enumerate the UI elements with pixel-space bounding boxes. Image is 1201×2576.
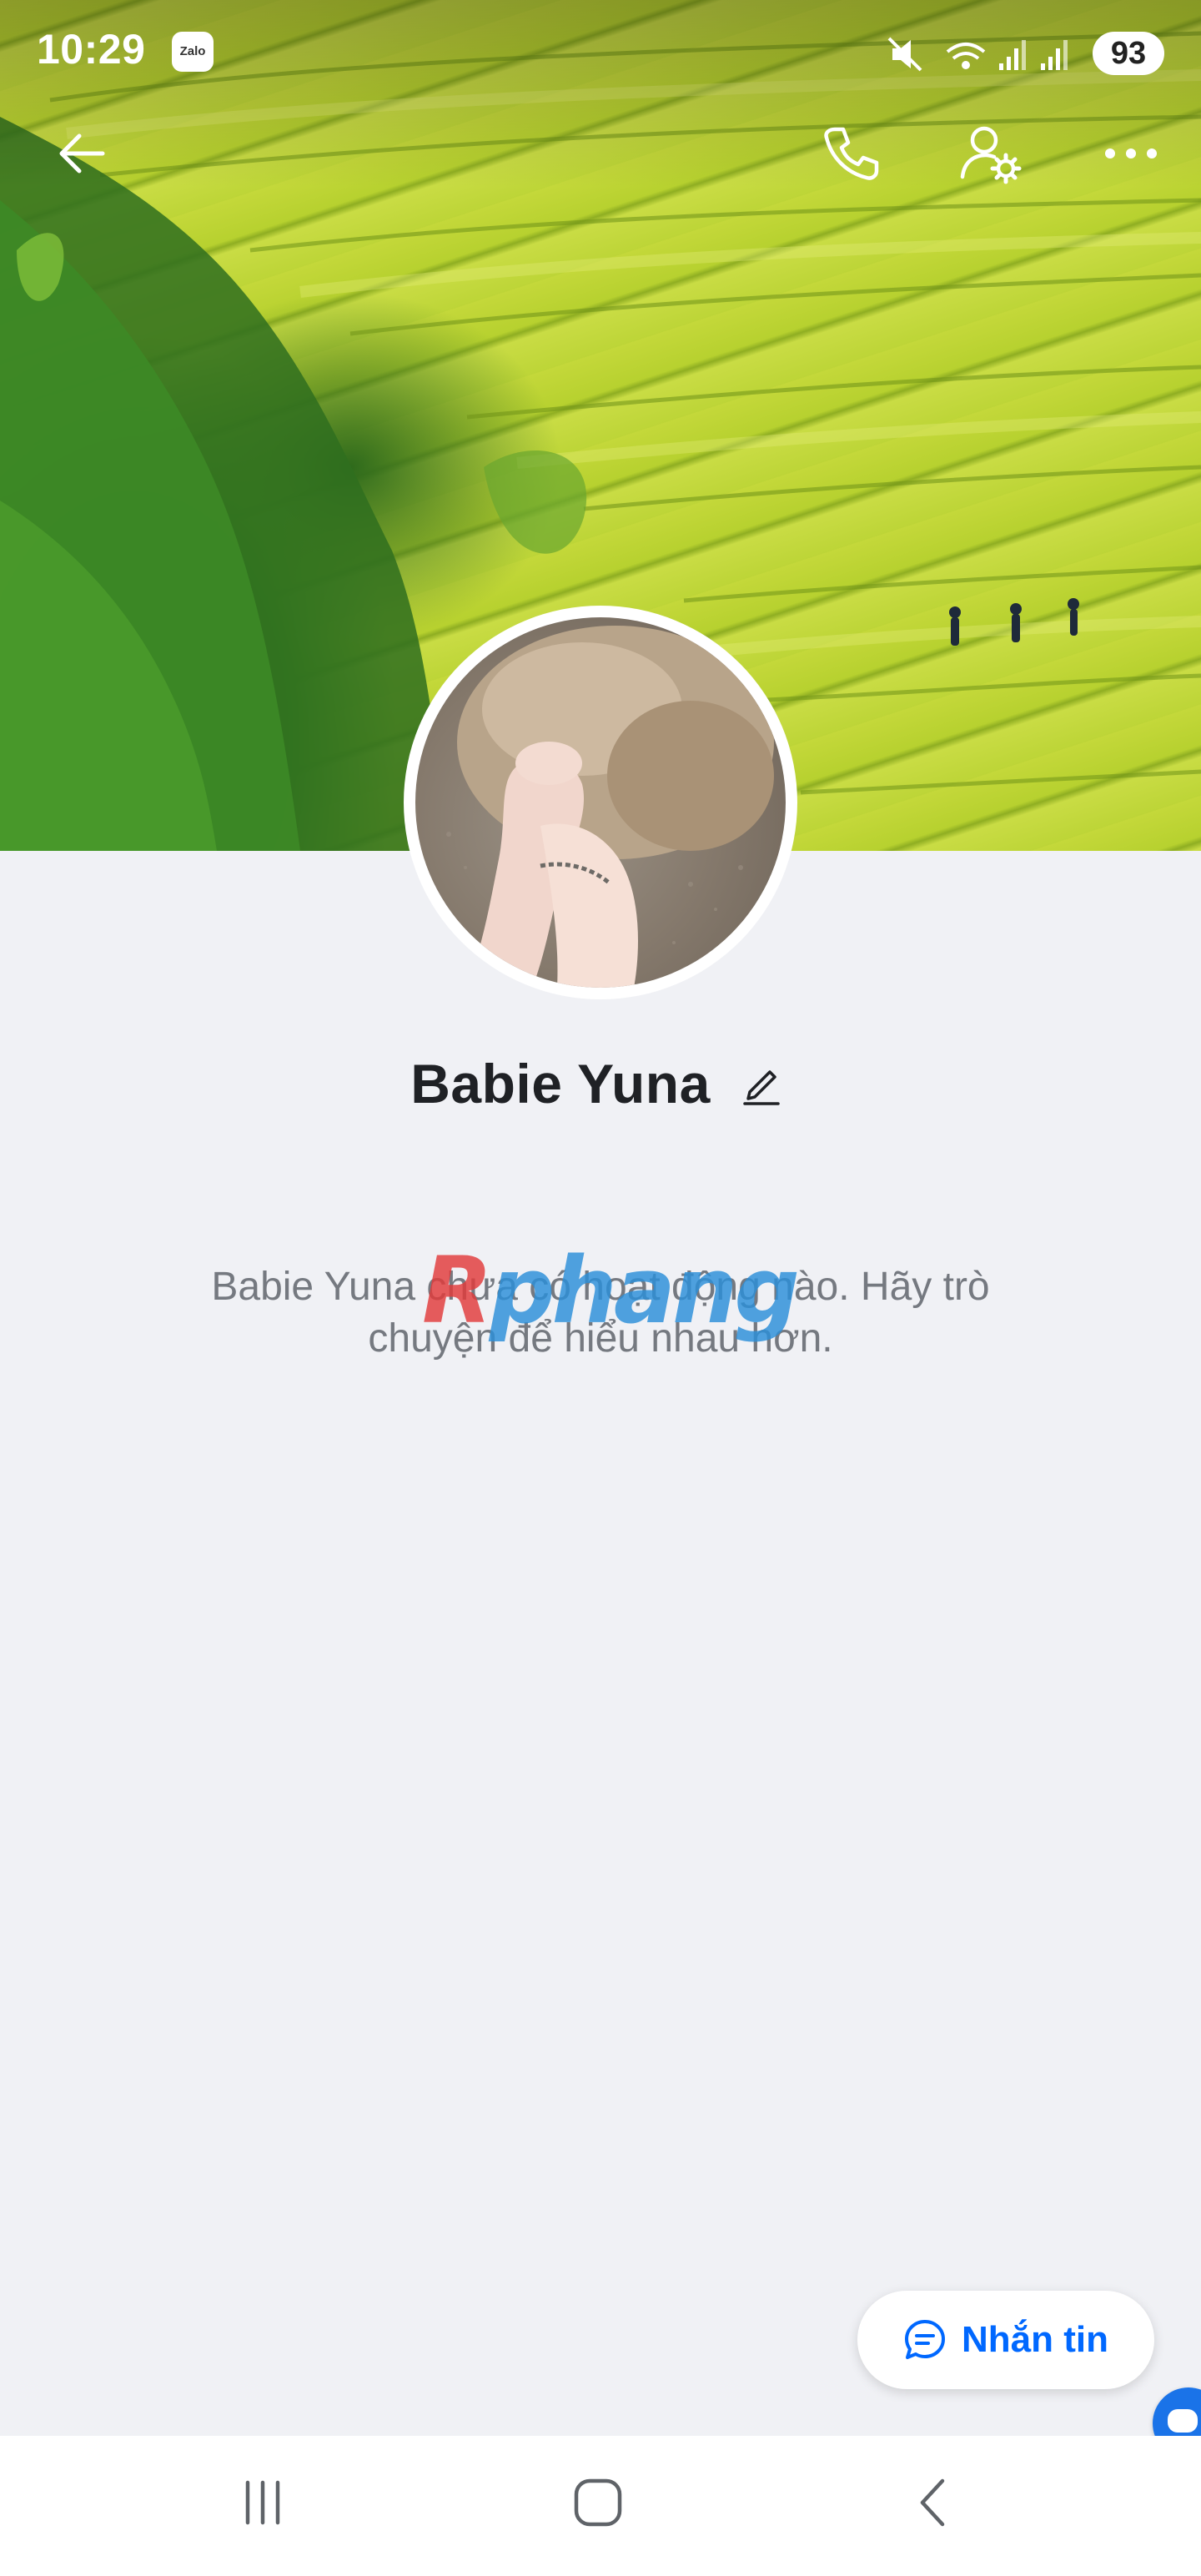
avatar-photo [438, 626, 774, 988]
arrow-left-icon [59, 133, 105, 174]
wifi-icon [946, 43, 986, 69]
battery-indicator: 93 [1093, 32, 1164, 75]
status-bar: 10:29 Zalo 93 [0, 0, 1201, 108]
status-icons [887, 37, 1068, 72]
more-horizontal-icon [1105, 148, 1157, 158]
profile-settings-button[interactable] [951, 113, 1031, 194]
back-button[interactable] [42, 113, 122, 194]
mute-icon [887, 37, 922, 72]
home-icon [574, 2478, 622, 2527]
send-message-label: Nhắn tin [962, 2319, 1108, 2360]
more-options-button[interactable] [1091, 113, 1171, 194]
chat-bubble-icon [905, 2320, 945, 2359]
user-settings-icon [960, 126, 1022, 184]
nav-back-icon [920, 2478, 945, 2527]
signal-icon [999, 40, 1026, 70]
recents-icon [245, 2480, 280, 2525]
profile-name: Babie Yuna [410, 1053, 711, 1114]
system-back-button[interactable] [884, 2461, 984, 2544]
watermark-logo: Rphang [422, 1236, 800, 1345]
edit-name-button[interactable] [732, 1054, 791, 1113]
system-navigation-bar [0, 2436, 1201, 2576]
status-time: 10:29 [37, 26, 146, 73]
signal-icon-2 [1041, 40, 1068, 70]
pencil-icon [743, 1070, 780, 1105]
phone-icon [824, 127, 879, 180]
call-button[interactable] [811, 113, 891, 194]
profile-name-row: Babie Yuna [0, 1046, 1201, 1121]
recents-button[interactable] [213, 2461, 313, 2544]
home-button[interactable] [548, 2461, 648, 2544]
zalo-notification-icon: Zalo [172, 32, 214, 72]
send-message-button[interactable]: Nhắn tin [857, 2291, 1154, 2389]
avatar[interactable] [404, 606, 797, 999]
avatar-image [415, 617, 786, 988]
watermark-rest: phang [489, 1237, 800, 1344]
watermark-first-letter: R [422, 1237, 493, 1344]
